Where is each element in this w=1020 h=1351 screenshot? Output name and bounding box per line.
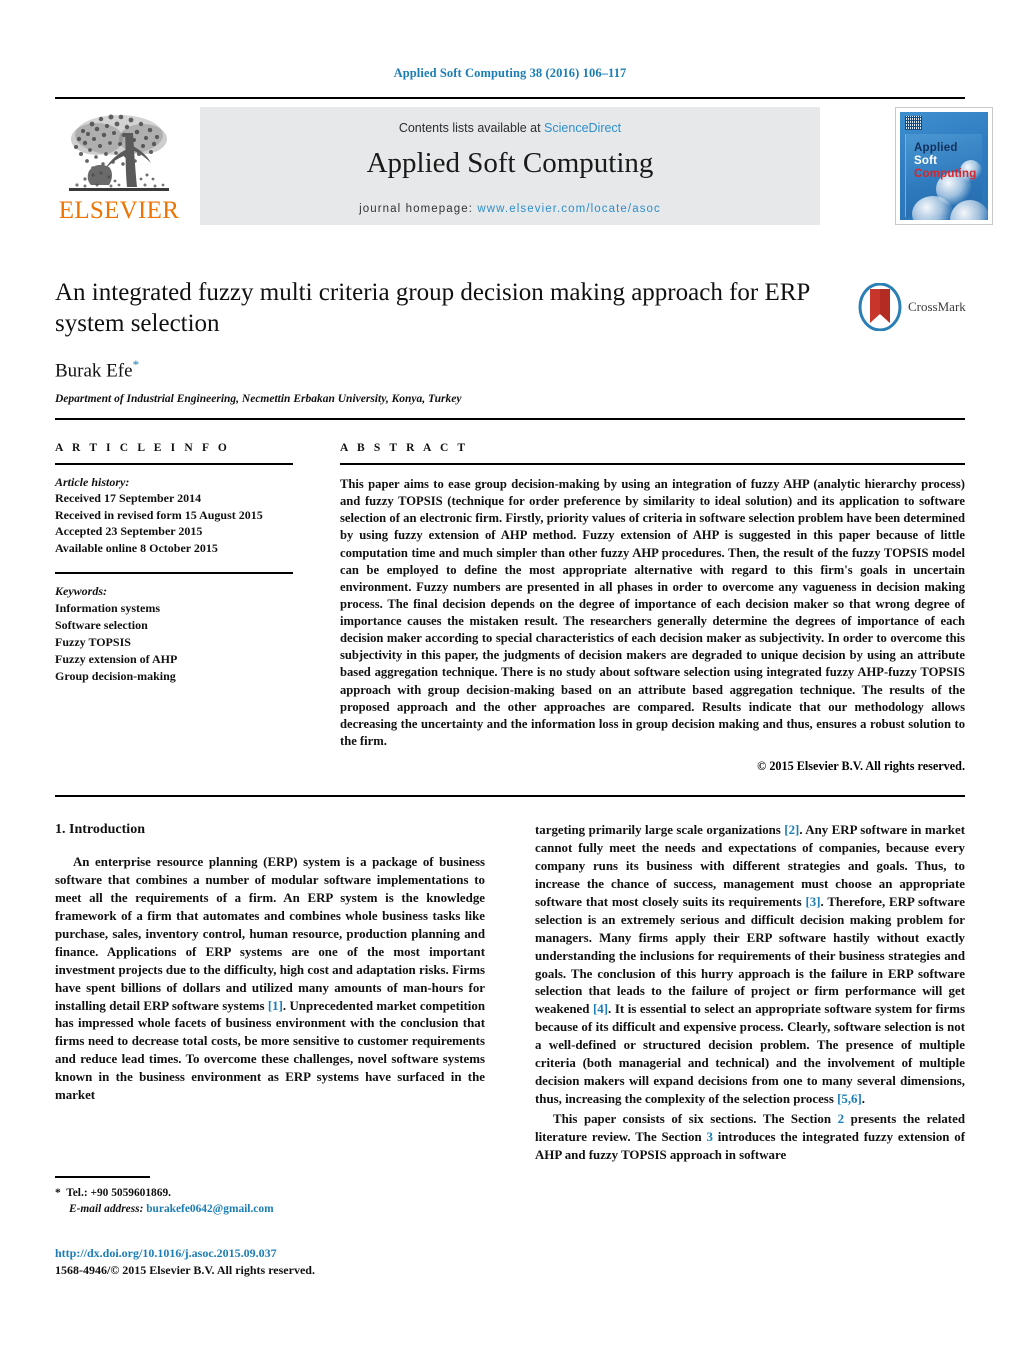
citation-link[interactable]: [1] bbox=[268, 999, 283, 1013]
citation-link[interactable]: [2] bbox=[784, 823, 799, 837]
cover-title-line-1: Applied bbox=[914, 142, 958, 154]
section-heading-introduction: 1. Introduction bbox=[55, 822, 145, 837]
page-title: An integrated fuzzy multi criteria group… bbox=[55, 279, 810, 337]
history-item: Accepted 23 September 2015 bbox=[55, 524, 203, 539]
paragraph-text: . Therefore, ERP software selection is a… bbox=[535, 894, 965, 1017]
history-item: Available online 8 October 2015 bbox=[55, 540, 218, 555]
paragraph: targeting primarily large scale organiza… bbox=[535, 822, 965, 1109]
keywords-rule bbox=[55, 572, 293, 575]
abstract-copyright: © 2015 Elsevier B.V. All rights reserved… bbox=[757, 759, 965, 773]
elsevier-tree-icon bbox=[69, 114, 169, 191]
paragraph-text: An enterprise resource planning (ERP) sy… bbox=[55, 855, 485, 1013]
keyword-item: Fuzzy TOPSIS bbox=[55, 635, 131, 650]
paragraph-text: This paper consists of six sections. The… bbox=[553, 1112, 838, 1126]
crossmark-label: CrossMark bbox=[908, 299, 966, 314]
journal-band: Contents lists available at ScienceDirec… bbox=[200, 107, 820, 225]
history-item: Received 17 September 2014 bbox=[55, 491, 202, 506]
keyword-item: Information systems bbox=[55, 601, 160, 616]
footnote-tel: * Tel.: +90 5059601869. bbox=[55, 1185, 485, 1202]
paragraph-text: targeting primarily large scale organiza… bbox=[535, 823, 785, 837]
paper-page: Applied Soft Computing 38 (2016) 106–117 bbox=[0, 0, 1020, 1351]
paragraph-text: . Unprecedented market competition has i… bbox=[55, 998, 485, 1103]
journal-cover-thumbnail: Applied Soft Computing bbox=[895, 107, 993, 225]
paragraph: An enterprise resource planning (ERP) sy… bbox=[55, 854, 485, 1105]
sciencedirect-link[interactable]: ScienceDirect bbox=[544, 121, 621, 135]
journal-title: Applied Soft Computing bbox=[366, 147, 654, 179]
contents-prefix: Contents lists available at bbox=[398, 121, 545, 135]
author-name: Burak Efe* bbox=[55, 357, 965, 382]
article-info-heading: A R T I C L E I N F O bbox=[55, 442, 230, 454]
cover-title-line-3: Computing bbox=[914, 168, 977, 180]
homepage-prefix: journal homepage: bbox=[359, 203, 478, 215]
masthead-top-rule bbox=[55, 97, 965, 99]
author-footnote-marker[interactable]: * bbox=[133, 357, 140, 372]
footnote-marker: * bbox=[55, 1186, 61, 1199]
journal-masthead: ELSEVIER Contents lists available at Sci… bbox=[55, 97, 993, 230]
abstract-rule bbox=[340, 463, 965, 465]
paragraph-text: . It is essential to select an appropria… bbox=[535, 1002, 965, 1107]
keyword-item: Group decision-making bbox=[55, 669, 176, 684]
keywords-label: Keywords: bbox=[55, 584, 107, 599]
body-columns: 1. Introduction An enterprise resource p… bbox=[55, 822, 965, 1232]
abstract-bottom-rule bbox=[55, 795, 965, 797]
footnote-email-link[interactable]: burakefe0642@gmail.com bbox=[146, 1203, 273, 1215]
info-abstract-section: A R T I C L E I N F O Article history: R… bbox=[55, 418, 965, 773]
crossmark-icon bbox=[858, 283, 902, 331]
history-item: Received in revised form 15 August 2015 bbox=[55, 507, 263, 522]
title-block: An integrated fuzzy multi criteria group… bbox=[55, 278, 966, 406]
author-label: Burak Efe bbox=[55, 360, 133, 382]
keyword-item: Fuzzy extension of AHP bbox=[55, 652, 178, 667]
article-history: Article history: Received 17 September 2… bbox=[55, 474, 293, 556]
article-info-column: A R T I C L E I N F O Article history: R… bbox=[55, 442, 293, 685]
barcode-icon bbox=[905, 116, 922, 130]
journal-homepage-line: journal homepage: www.elsevier.com/locat… bbox=[200, 203, 820, 215]
affiliation: Department of Industrial Engineering, Ne… bbox=[55, 393, 462, 406]
citation-link[interactable]: [5,6] bbox=[837, 1092, 862, 1106]
doi-block: http://dx.doi.org/10.1016/j.asoc.2015.09… bbox=[55, 1246, 485, 1278]
citation-link[interactable]: [4] bbox=[593, 1002, 608, 1016]
contents-line: Contents lists available at ScienceDirec… bbox=[200, 121, 820, 135]
elsevier-logo: ELSEVIER bbox=[55, 109, 183, 225]
abstract-column: A B S T R A C T This paper aims to ease … bbox=[340, 442, 965, 774]
elsevier-wordmark: ELSEVIER bbox=[58, 197, 180, 224]
keyword-item: Software selection bbox=[55, 618, 148, 633]
body-column-right: targeting primarily large scale organiza… bbox=[535, 822, 965, 1167]
crossmark-badge[interactable]: CrossMark bbox=[858, 283, 1008, 335]
running-head: Applied Soft Computing 38 (2016) 106–117 bbox=[393, 66, 627, 80]
cover-panel: Applied Soft Computing bbox=[905, 134, 988, 220]
body-column-left: 1. Introduction An enterprise resource p… bbox=[55, 822, 485, 1107]
keywords-block: Keywords: Information systems Software s… bbox=[55, 583, 293, 685]
article-history-label: Article history: bbox=[55, 475, 130, 489]
paragraph-text: . bbox=[861, 1092, 866, 1107]
footnote-email-label: E-mail address: bbox=[69, 1203, 144, 1216]
abstract-heading: A B S T R A C T bbox=[340, 442, 469, 454]
citation-link[interactable]: [3] bbox=[805, 895, 820, 909]
footnote-email: E-mail address: burakefe0642@gmail.com bbox=[55, 1201, 485, 1218]
homepage-link[interactable]: www.elsevier.com/locate/asoc bbox=[477, 203, 661, 215]
cover-title-line-2: Soft bbox=[914, 155, 938, 167]
article-info-rule bbox=[55, 463, 293, 465]
footnote-block: * Tel.: +90 5059601869. E-mail address: … bbox=[55, 1176, 485, 1218]
issn-copyright-line: 1568-4946/© 2015 Elsevier B.V. All right… bbox=[55, 1263, 315, 1277]
info-top-rule bbox=[55, 418, 965, 420]
footnote-rule bbox=[55, 1176, 150, 1178]
abstract-text: This paper aims to ease group decision-m… bbox=[340, 477, 965, 748]
footnote-tel-text: Tel.: +90 5059601869. bbox=[66, 1186, 171, 1199]
paragraph: This paper consists of six sections. The… bbox=[535, 1111, 965, 1165]
cover-inner: Applied Soft Computing bbox=[900, 112, 988, 220]
doi-link[interactable]: http://dx.doi.org/10.1016/j.asoc.2015.09… bbox=[55, 1246, 485, 1261]
